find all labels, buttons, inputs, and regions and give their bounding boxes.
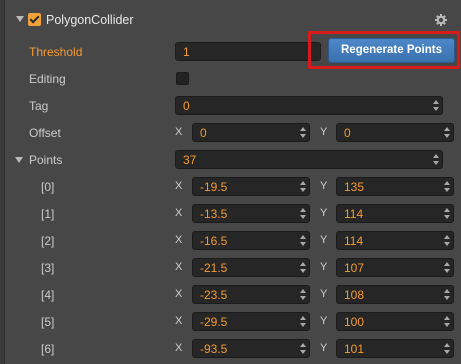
point-y-input[interactable]: 101 — [336, 339, 454, 358]
point-row: [0] X -19.5 Y 135 — [0, 173, 461, 200]
tag-stepper[interactable] — [431, 98, 441, 113]
component-enabled-checkbox[interactable] — [28, 13, 41, 26]
offset-x-axis-label: X — [175, 126, 183, 138]
tag-row: Tag 0 — [0, 92, 461, 119]
point-y-input[interactable]: 107 — [336, 258, 454, 277]
offset-y-axis-label: Y — [320, 126, 328, 138]
point-x-stepper[interactable] — [298, 179, 308, 194]
point-index-label: [6] — [41, 342, 55, 356]
point-row: [5] X -29.5 Y 100 — [0, 308, 461, 335]
point-y-stepper[interactable] — [442, 341, 452, 356]
offset-y-stepper[interactable] — [442, 125, 452, 140]
points-row: Points 37 — [0, 146, 461, 173]
point-y-stepper[interactable] — [442, 287, 452, 302]
point-x-axis-label: X — [175, 261, 183, 273]
highlight-box — [308, 31, 460, 69]
point-y-axis-label: Y — [320, 288, 328, 300]
point-y-stepper[interactable] — [442, 260, 452, 275]
offset-label: Offset — [29, 126, 61, 140]
collapse-arrow-icon[interactable] — [16, 16, 24, 22]
point-y-input[interactable]: 114 — [336, 204, 454, 223]
point-x-stepper[interactable] — [298, 314, 308, 329]
point-x-axis-label: X — [175, 180, 183, 192]
point-row: [2] X -16.5 Y 114 — [0, 227, 461, 254]
point-y-axis-label: Y — [320, 234, 328, 246]
point-index-label: [0] — [41, 180, 55, 194]
point-x-stepper[interactable] — [298, 287, 308, 302]
point-x-input[interactable]: -19.5 — [192, 177, 310, 196]
point-x-axis-label: X — [175, 315, 183, 327]
points-count-input[interactable]: 37 — [175, 150, 443, 169]
point-y-stepper[interactable] — [442, 179, 452, 194]
point-y-stepper[interactable] — [442, 314, 452, 329]
point-y-axis-label: Y — [320, 261, 328, 273]
point-row: [6] X -93.5 Y 101 — [0, 335, 461, 362]
point-y-stepper[interactable] — [442, 233, 452, 248]
threshold-input[interactable]: 1 — [175, 42, 321, 61]
editing-row: Editing — [0, 65, 461, 92]
point-x-stepper[interactable] — [298, 260, 308, 275]
component-header[interactable]: PolygonCollider — [6, 5, 461, 33]
point-index-label: [1] — [41, 207, 55, 221]
point-x-stepper[interactable] — [298, 233, 308, 248]
point-x-input[interactable]: -13.5 — [192, 204, 310, 223]
offset-x-stepper[interactable] — [298, 125, 308, 140]
point-index-label: [5] — [41, 315, 55, 329]
point-x-axis-label: X — [175, 207, 183, 219]
offset-y-input[interactable]: 0 — [336, 123, 454, 142]
point-y-input[interactable]: 108 — [336, 285, 454, 304]
offset-row: Offset X 0 Y 0 — [0, 119, 461, 146]
point-x-axis-label: X — [175, 342, 183, 354]
point-y-input[interactable]: 114 — [336, 231, 454, 250]
points-label: Points — [29, 153, 63, 167]
point-index-label: [2] — [41, 234, 55, 248]
editing-label: Editing — [29, 72, 66, 86]
point-y-axis-label: Y — [320, 315, 328, 327]
point-y-axis-label: Y — [320, 207, 328, 219]
point-index-label: [3] — [41, 261, 55, 275]
point-index-label: [4] — [41, 288, 55, 302]
point-row: [4] X -23.5 Y 108 — [0, 281, 461, 308]
point-x-input[interactable]: -23.5 — [192, 285, 310, 304]
offset-x-input[interactable]: 0 — [192, 123, 310, 142]
tag-label: Tag — [29, 99, 49, 113]
editing-checkbox[interactable] — [176, 72, 189, 85]
point-row: [1] X -13.5 Y 114 — [0, 200, 461, 227]
point-x-input[interactable]: -21.5 — [192, 258, 310, 277]
point-y-axis-label: Y — [320, 180, 328, 192]
point-row: [3] X -21.5 Y 107 — [0, 254, 461, 281]
gear-icon[interactable] — [435, 14, 447, 26]
points-expand-arrow-icon[interactable] — [15, 157, 23, 163]
point-x-stepper[interactable] — [298, 206, 308, 221]
point-x-input[interactable]: -93.5 — [192, 339, 310, 358]
point-x-axis-label: X — [175, 288, 183, 300]
point-y-input[interactable]: 100 — [336, 312, 454, 331]
point-y-input[interactable]: 135 — [336, 177, 454, 196]
point-x-stepper[interactable] — [298, 341, 308, 356]
point-x-input[interactable]: -29.5 — [192, 312, 310, 331]
points-count-stepper[interactable] — [431, 152, 441, 167]
point-y-stepper[interactable] — [442, 206, 452, 221]
component-title: PolygonCollider — [46, 13, 134, 27]
threshold-label: Threshold — [29, 45, 83, 59]
point-y-axis-label: Y — [320, 342, 328, 354]
point-x-axis-label: X — [175, 234, 183, 246]
point-x-input[interactable]: -16.5 — [192, 231, 310, 250]
tag-input[interactable]: 0 — [175, 96, 443, 115]
